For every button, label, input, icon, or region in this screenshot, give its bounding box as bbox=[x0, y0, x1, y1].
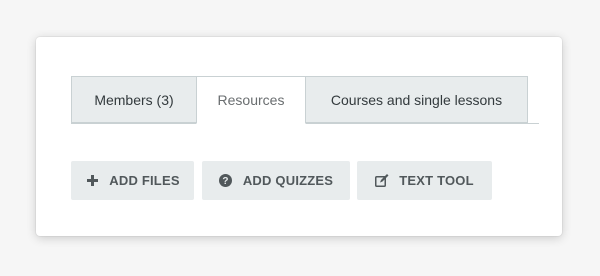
svg-text:?: ? bbox=[223, 176, 229, 187]
resources-card: Members (3) Courses and single lessons R… bbox=[36, 37, 562, 236]
plus-icon bbox=[85, 174, 99, 188]
tab-resources-label: Resources bbox=[217, 92, 285, 108]
add-files-label: ADD FILES bbox=[109, 173, 180, 188]
question-circle-icon: ? bbox=[219, 174, 233, 188]
add-quizzes-button[interactable]: ? ADD QUIZZES bbox=[202, 161, 350, 200]
add-files-button[interactable]: ADD FILES bbox=[71, 161, 194, 200]
tab-bar: Members (3) Courses and single lessons R… bbox=[71, 76, 539, 124]
tab-courses-label: Courses and single lessons bbox=[330, 91, 503, 108]
add-quizzes-label: ADD QUIZZES bbox=[242, 173, 334, 188]
edit-icon bbox=[375, 174, 389, 188]
tab-resources[interactable]: Resources bbox=[196, 76, 306, 124]
text-tool-button[interactable]: TEXT TOOL bbox=[357, 161, 492, 200]
tab-members[interactable]: Members (3) bbox=[71, 76, 197, 123]
tab-members-label: Members (3) bbox=[94, 91, 174, 108]
tab-courses-and-single-lessons[interactable]: Courses and single lessons bbox=[305, 76, 528, 123]
text-tool-label: TEXT TOOL bbox=[399, 173, 474, 188]
